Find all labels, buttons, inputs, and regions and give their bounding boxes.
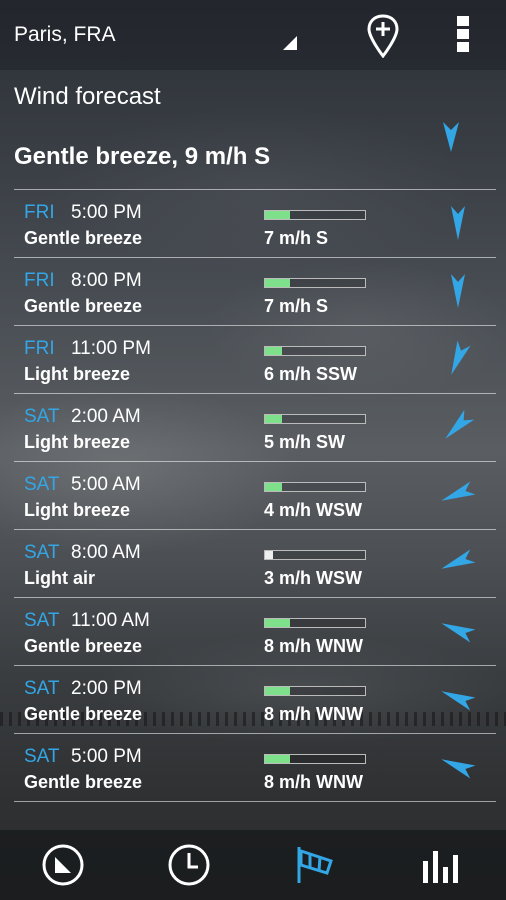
wind-direction-arrow-icon	[441, 691, 476, 711]
forecast-time: 5:00 PM	[71, 746, 142, 767]
forecast-day: FRI	[24, 338, 55, 359]
wind-strength-bar	[264, 346, 366, 356]
forecast-description: Gentle breeze	[24, 296, 143, 316]
location-name[interactable]: Paris, FRA	[14, 23, 116, 47]
wind-direction-arrow-icon	[441, 481, 476, 501]
wind-direction-arrow-icon	[441, 549, 476, 569]
forecast-time: 5:00 PM	[71, 202, 142, 223]
forecast-time: 2:00 AM	[71, 406, 141, 427]
forecast-description: Gentle breeze	[24, 636, 143, 656]
forecast-speed: 7 m/h S	[264, 296, 329, 316]
page-title: Wind forecast	[14, 83, 161, 110]
wind-strength-fill	[265, 687, 290, 695]
forecast-day: FRI	[24, 202, 55, 223]
nav-wind-tab[interactable]	[252, 830, 378, 900]
wind-strength-bar	[264, 482, 366, 492]
forecast-speed: 5 m/h SW	[264, 432, 346, 452]
wind-direction-arrow-icon	[441, 759, 476, 779]
wind-strength-fill	[265, 619, 290, 627]
wind-strength-fill	[265, 211, 290, 219]
wind-strength-bar	[264, 754, 366, 764]
clock-face-icon	[42, 844, 84, 886]
wind-strength-bar	[264, 686, 366, 696]
forecast-description: Light breeze	[24, 364, 131, 384]
wind-strength-fill	[265, 483, 282, 491]
forecast-row[interactable]: SAT 8:00 AM Light air 3 m/h WSW	[14, 529, 496, 597]
wind-direction-arrow-icon	[451, 274, 465, 308]
forecast-time: 8:00 AM	[71, 542, 141, 563]
forecast-row[interactable]: SAT 11:00 AM Gentle breeze 8 m/h WNW	[14, 597, 496, 665]
forecast-row[interactable]: FRI 11:00 PM Light breeze 6 m/h SSW	[14, 325, 496, 393]
wind-strength-bar	[264, 210, 366, 220]
forecast-list: FRI 5:00 PM Gentle breeze 7 m/h S FRI 8:00 PM…	[14, 189, 496, 802]
forecast-description: Gentle breeze	[24, 228, 143, 248]
bar-chart-icon	[423, 851, 458, 883]
forecast-day: FRI	[24, 270, 55, 291]
forecast-row[interactable]: SAT 2:00 PM Gentle breeze 8 m/h WNW	[14, 665, 496, 733]
wind-direction-arrow-icon	[443, 122, 459, 152]
nav-hourly-tab[interactable]	[126, 830, 252, 900]
forecast-time: 11:00 PM	[71, 338, 151, 359]
wind-direction-arrow-icon	[441, 623, 476, 643]
wind-strength-fill	[265, 415, 282, 423]
forecast-description: Light breeze	[24, 432, 131, 452]
forecast-time: 2:00 PM	[71, 678, 142, 699]
forecast-row[interactable]: FRI 5:00 PM Gentle breeze 7 m/h S	[14, 189, 496, 257]
wind-strength-bar	[264, 618, 366, 628]
forecast-description: Gentle breeze	[24, 704, 143, 724]
forecast-description: Light air	[24, 568, 95, 588]
wind-strength-bar	[264, 550, 366, 560]
overflow-menu-icon[interactable]	[455, 16, 471, 56]
wind-direction-arrow-icon	[451, 206, 465, 240]
wind-strength-bar	[264, 414, 366, 424]
forecast-day: SAT	[24, 746, 60, 767]
wind-strength-fill	[265, 551, 273, 559]
forecast-row[interactable]: SAT 5:00 AM Light breeze 4 m/h WSW	[14, 461, 496, 529]
location-dropdown-icon[interactable]	[283, 36, 297, 50]
forecast-day: SAT	[24, 678, 60, 699]
windsock-icon	[297, 847, 333, 883]
forecast-speed: 3 m/h WSW	[264, 568, 362, 588]
forecast-speed: 8 m/h WNW	[264, 704, 363, 724]
forecast-description: Gentle breeze	[24, 772, 143, 792]
forecast-speed: 4 m/h WSW	[264, 500, 362, 520]
top-bar: Paris, FRA	[0, 0, 506, 70]
forecast-speed: 7 m/h S	[264, 228, 329, 248]
forecast-day: SAT	[24, 406, 60, 427]
forecast-row[interactable]: FRI 8:00 PM Gentle breeze 7 m/h S	[14, 257, 496, 325]
forecast-day: SAT	[24, 542, 60, 563]
wind-strength-fill	[265, 755, 290, 763]
forecast-time: 8:00 PM	[71, 270, 142, 291]
wind-strength-fill	[265, 347, 282, 355]
forecast-speed: 8 m/h WNW	[264, 636, 363, 656]
current-wind: Gentle breeze, 9 m/h S	[14, 143, 271, 170]
forecast-day: SAT	[24, 610, 60, 631]
nav-chart-tab[interactable]	[378, 830, 504, 900]
add-location-icon[interactable]	[367, 14, 399, 58]
forecast-description: Light breeze	[24, 500, 131, 520]
wind-strength-bar	[264, 278, 366, 288]
forecast-time: 11:00 AM	[71, 610, 150, 631]
bottom-nav	[0, 830, 506, 900]
forecast-row[interactable]: SAT 2:00 AM Light breeze 5 m/h SW	[14, 393, 496, 461]
forecast-day: SAT	[24, 474, 60, 495]
wind-direction-arrow-icon	[451, 340, 471, 375]
wind-strength-fill	[265, 279, 290, 287]
wind-direction-arrow-icon	[445, 409, 475, 439]
nav-current-tab[interactable]	[0, 830, 126, 900]
forecast-speed: 6 m/h SSW	[264, 364, 358, 384]
clock-icon	[168, 844, 210, 886]
forecast-speed: 8 m/h WNW	[264, 772, 363, 792]
forecast-time: 5:00 AM	[71, 474, 141, 495]
forecast-row[interactable]: SAT 5:00 PM Gentle breeze 8 m/h WNW	[14, 733, 496, 802]
